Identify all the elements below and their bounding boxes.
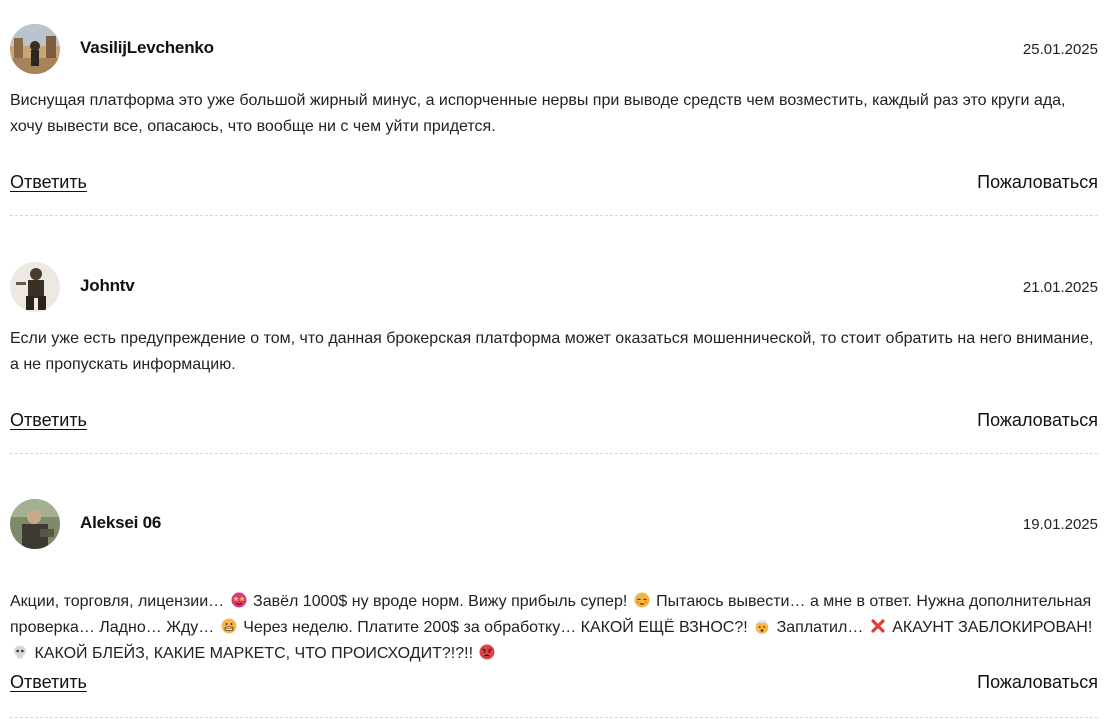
comment-author[interactable]: Aleksei 06 <box>80 513 161 533</box>
avatar[interactable] <box>10 24 60 74</box>
avatar[interactable] <box>10 499 60 549</box>
reply-link[interactable]: Ответить <box>10 410 87 431</box>
comment-date: 19.01.2025 <box>1022 516 1098 533</box>
comment-date: 21.01.2025 <box>1022 279 1098 296</box>
exploding-head-icon <box>755 619 769 634</box>
divider <box>10 717 1098 718</box>
comment-date: 25.01.2025 <box>1022 41 1098 58</box>
reply-link[interactable]: Ответить <box>10 672 87 693</box>
comment-author[interactable]: Johntv <box>80 276 135 296</box>
divider <box>10 215 1098 216</box>
comment-text: Виснущая платформа это уже большой жирны… <box>10 92 1066 135</box>
report-link[interactable]: Пожаловаться <box>977 672 1098 693</box>
comment-item: Aleksei 06 19.01.2025 Акции, торговля, л… <box>10 475 1098 718</box>
comment-text: Если уже есть предупреждение о том, что … <box>10 330 1094 373</box>
cross-mark-icon <box>871 619 885 633</box>
comment-item: Johntv 21.01.2025 Если уже есть предупре… <box>10 238 1098 454</box>
report-link[interactable]: Пожаловаться <box>977 410 1098 431</box>
angry-face-icon <box>479 644 495 660</box>
comments-list: VasilijLevchenko 25.01.2025 Виснущая пла… <box>0 0 1118 721</box>
comment-text: Акции, торговля, лицензии… Завёл 1000$ н… <box>10 592 1093 662</box>
relieved-face-icon <box>634 592 650 608</box>
divider <box>10 453 1098 454</box>
skull-icon <box>14 645 26 659</box>
grimacing-face-icon <box>221 618 237 634</box>
reply-link[interactable]: Ответить <box>10 172 87 193</box>
avatar[interactable] <box>10 262 60 312</box>
comment-item: VasilijLevchenko 25.01.2025 Виснущая пла… <box>10 0 1098 216</box>
report-link[interactable]: Пожаловаться <box>977 172 1098 193</box>
comment-author[interactable]: VasilijLevchenko <box>80 38 214 58</box>
star-struck-face-icon <box>231 592 247 608</box>
